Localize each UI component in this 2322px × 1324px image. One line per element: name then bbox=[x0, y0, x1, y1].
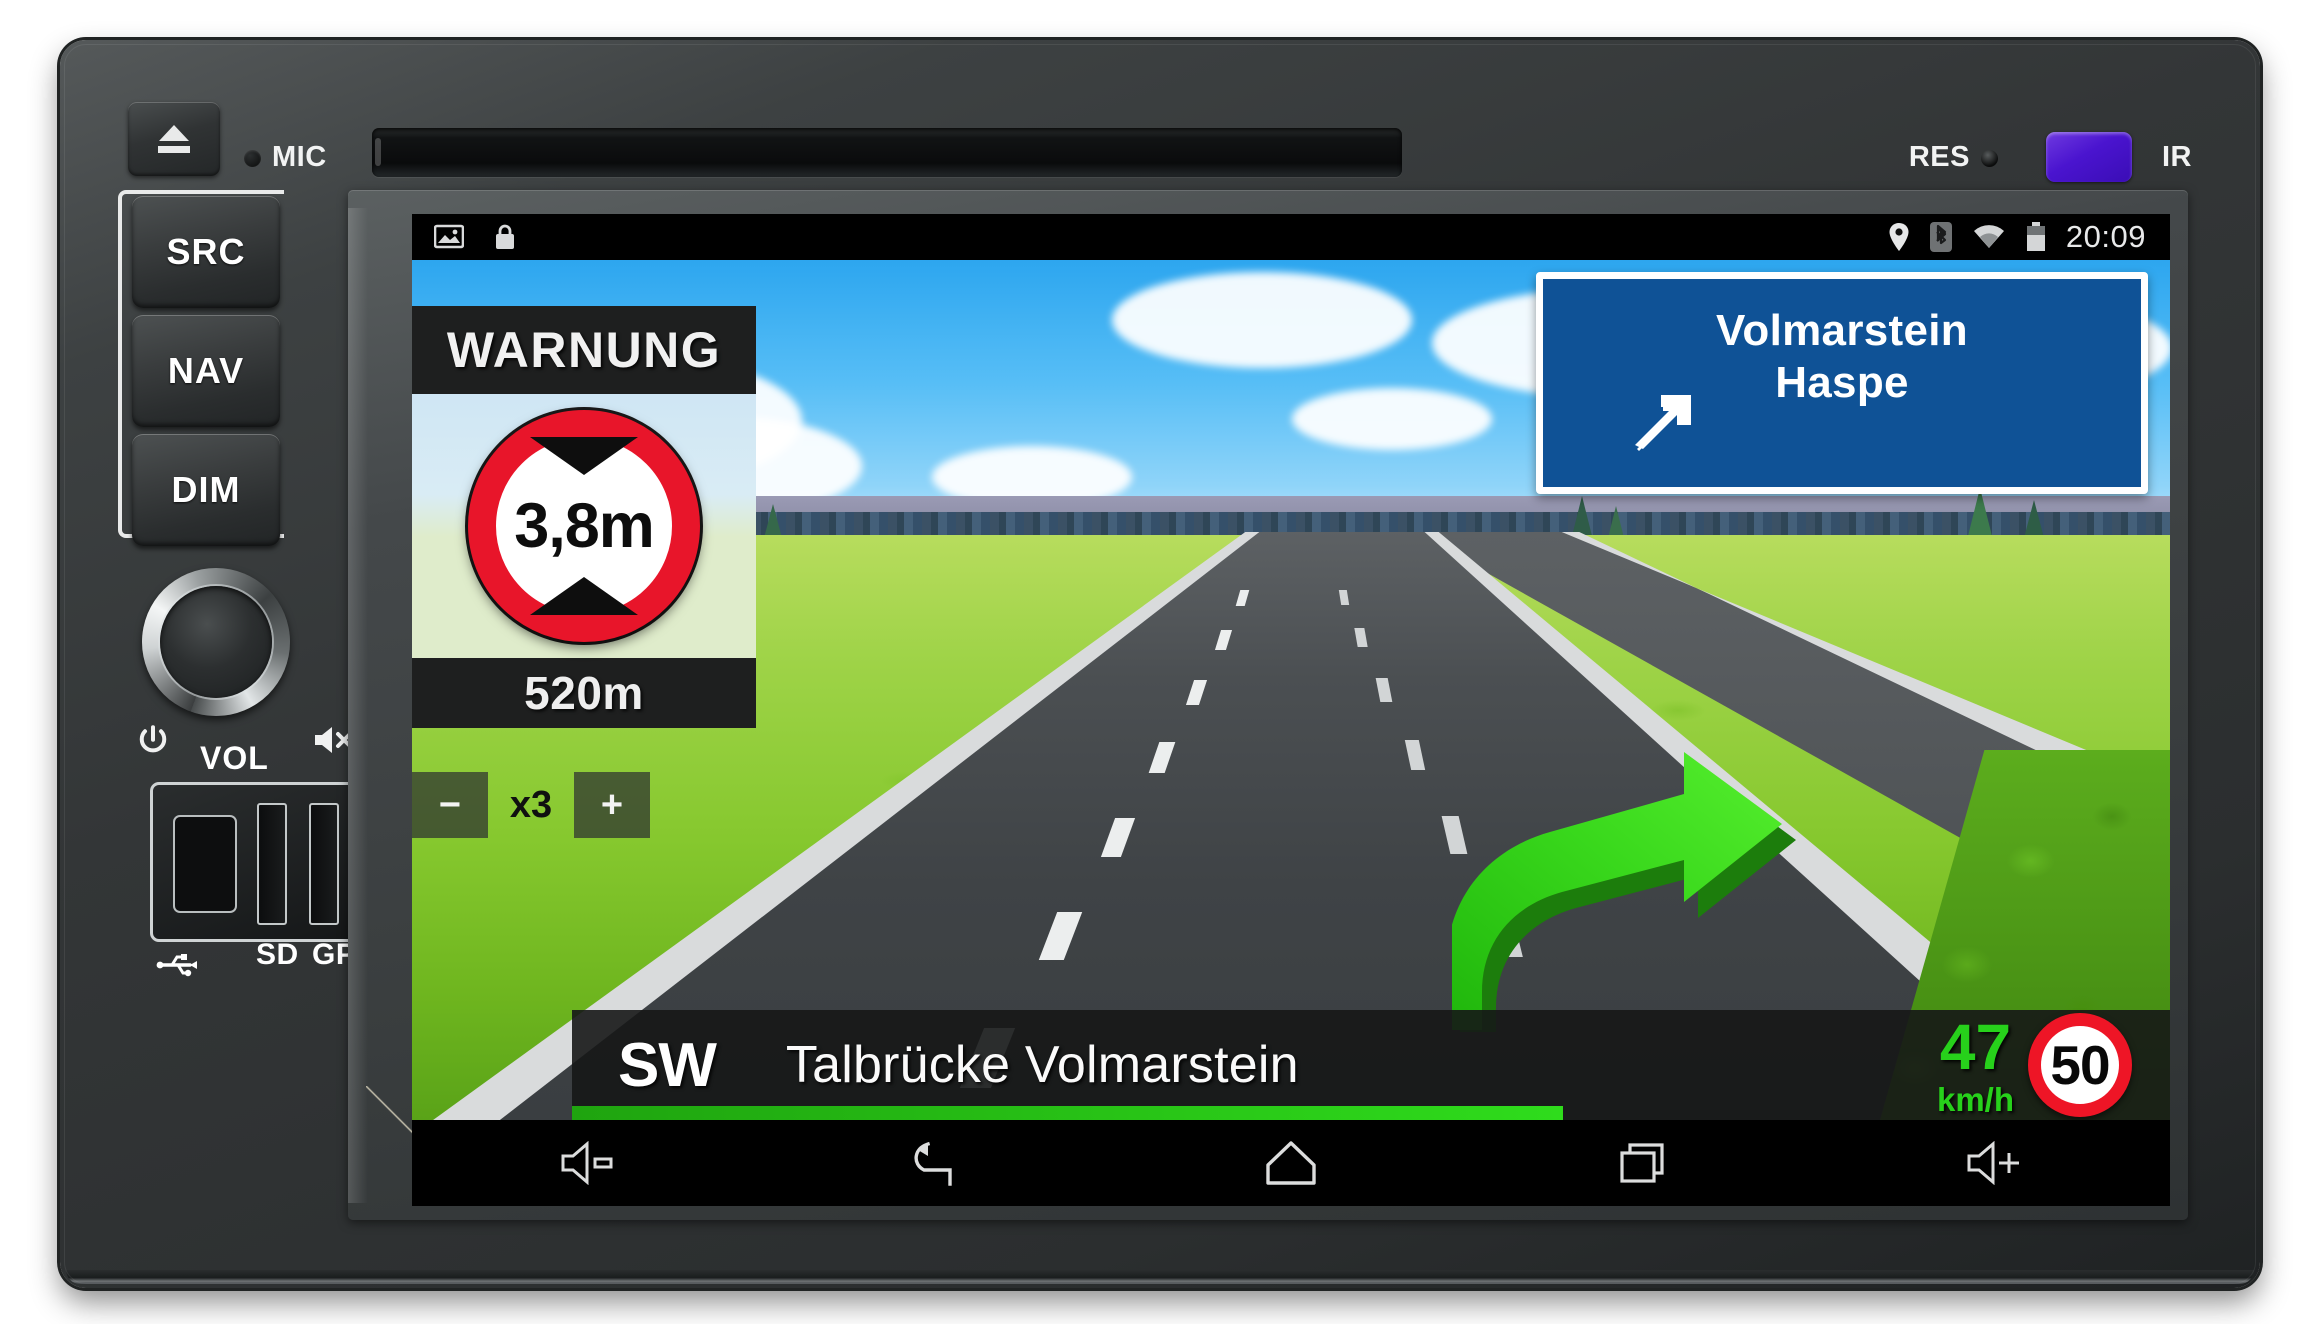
microphone-hole bbox=[244, 150, 261, 167]
warning-header: WARNUNG bbox=[412, 306, 756, 394]
navigation-info-bar: SW Talbrücke Volmarstein 47 km/h 50 bbox=[572, 1010, 2170, 1120]
tree bbox=[764, 504, 782, 538]
screenshot-icon bbox=[434, 224, 464, 249]
cloud bbox=[1292, 388, 1492, 450]
reset-label: RES bbox=[1908, 141, 1970, 173]
power-icon bbox=[139, 725, 167, 753]
volume-up-icon bbox=[1967, 1141, 2020, 1185]
recents-icon bbox=[1619, 1143, 1664, 1183]
current-street-name: Talbrücke Volmarstein bbox=[785, 1036, 1299, 1094]
home-icon bbox=[1266, 1141, 1316, 1185]
recent-apps-button[interactable] bbox=[1583, 1130, 1703, 1196]
home-button[interactable] bbox=[1231, 1130, 1351, 1196]
nav-button[interactable]: NAV bbox=[132, 315, 280, 427]
destination-line-1: Volmarstein bbox=[1716, 306, 1968, 355]
usb-port[interactable] bbox=[173, 815, 237, 913]
sign-triangle-top bbox=[530, 437, 638, 475]
cloud bbox=[1112, 272, 1412, 368]
eject-button[interactable] bbox=[128, 102, 220, 176]
src-button[interactable]: SRC bbox=[132, 196, 280, 308]
navigation-map-view[interactable]: WARNUNG 3,8m 520m − x3 + Volmarstein Has… bbox=[412, 260, 2170, 1120]
lock-icon bbox=[496, 224, 514, 249]
ports-panel bbox=[150, 782, 364, 942]
zoom-out-button[interactable]: − bbox=[412, 772, 488, 838]
src-button-label: SRC bbox=[166, 231, 246, 272]
height-limit-value: 3,8m bbox=[514, 491, 655, 561]
volume-down-icon bbox=[561, 1141, 613, 1185]
volume-up-button[interactable] bbox=[1934, 1130, 2054, 1196]
gps-card-slot[interactable] bbox=[309, 803, 339, 925]
sign-triangle-bottom bbox=[530, 577, 638, 615]
location-pin-icon bbox=[1889, 223, 1909, 251]
nav-button-label: NAV bbox=[167, 350, 245, 391]
mic-label: MIC bbox=[272, 141, 327, 173]
usb-icon bbox=[156, 954, 197, 977]
wifi-icon bbox=[1973, 225, 2004, 248]
back-button[interactable] bbox=[879, 1130, 999, 1196]
volume-down-button[interactable] bbox=[528, 1130, 648, 1196]
bluetooth-icon bbox=[1929, 222, 1952, 252]
back-icon bbox=[914, 1141, 953, 1186]
route-progress-strip bbox=[572, 1106, 1563, 1120]
lcd-screen[interactable]: 20:09 WARNUNG 3,8m 520m − x3 + Volmarste… bbox=[412, 214, 2170, 1206]
reset-hole[interactable] bbox=[1981, 150, 1998, 167]
height-restriction-sign: 3,8m bbox=[468, 410, 700, 642]
head-unit-device: MIC RES IR SRC NAV DIM VOL SD GPS 20:09 … bbox=[60, 40, 2260, 1288]
current-speed: 47 km/h bbox=[1937, 1015, 2028, 1116]
bezel-highlight bbox=[348, 208, 368, 1203]
battery-icon bbox=[2026, 222, 2045, 251]
destination-sign[interactable]: Volmarstein Haspe bbox=[1536, 272, 2148, 494]
device-bottom-trim bbox=[66, 1270, 2254, 1284]
warning-distance-bar: 520m bbox=[412, 658, 756, 728]
warning-title: WARNUNG bbox=[446, 322, 722, 378]
volume-label: VOL bbox=[200, 740, 269, 776]
warning-sign-area: 3,8m bbox=[412, 394, 756, 658]
speed-limit-value: 50 bbox=[2050, 1034, 2110, 1096]
map-zoom-control: − x3 + bbox=[412, 772, 650, 838]
android-navigation-bar bbox=[412, 1120, 2170, 1206]
eject-icon bbox=[154, 125, 194, 153]
ir-label: IR bbox=[2162, 141, 2192, 173]
bezel-corner-left bbox=[366, 1086, 416, 1136]
tree bbox=[2024, 500, 2044, 538]
tree bbox=[1608, 506, 1624, 538]
compass-direction: SW bbox=[618, 1030, 717, 1100]
volume-knob[interactable] bbox=[142, 568, 290, 716]
warning-panel: WARNUNG 3,8m 520m bbox=[412, 306, 756, 728]
cd-slot[interactable] bbox=[372, 128, 1402, 177]
speed-unit: km/h bbox=[1936, 1080, 2014, 1118]
sd-card-slot[interactable] bbox=[257, 803, 287, 925]
speed-limit-sign: 50 bbox=[2028, 1013, 2132, 1117]
diagonal-up-right-arrow-icon bbox=[1635, 395, 1691, 451]
tree bbox=[1572, 496, 1592, 536]
zoom-in-button[interactable]: + bbox=[574, 772, 650, 838]
dim-button[interactable]: DIM bbox=[132, 434, 280, 546]
volume-knob-face bbox=[160, 586, 272, 698]
ir-window bbox=[2046, 132, 2132, 182]
speed-value: 47 bbox=[1939, 1010, 2012, 1083]
sd-label: SD bbox=[256, 938, 299, 971]
zoom-level-label: x3 bbox=[509, 783, 553, 826]
tree bbox=[1968, 488, 1992, 536]
android-status-bar: 20:09 bbox=[412, 214, 2170, 260]
dim-button-label: DIM bbox=[171, 469, 241, 510]
hardware-button-column: SRC NAV DIM bbox=[132, 196, 280, 553]
clock: 20:09 bbox=[2065, 219, 2146, 254]
route-arrow-icon bbox=[1452, 752, 1796, 1032]
warning-distance: 520m bbox=[524, 667, 644, 719]
